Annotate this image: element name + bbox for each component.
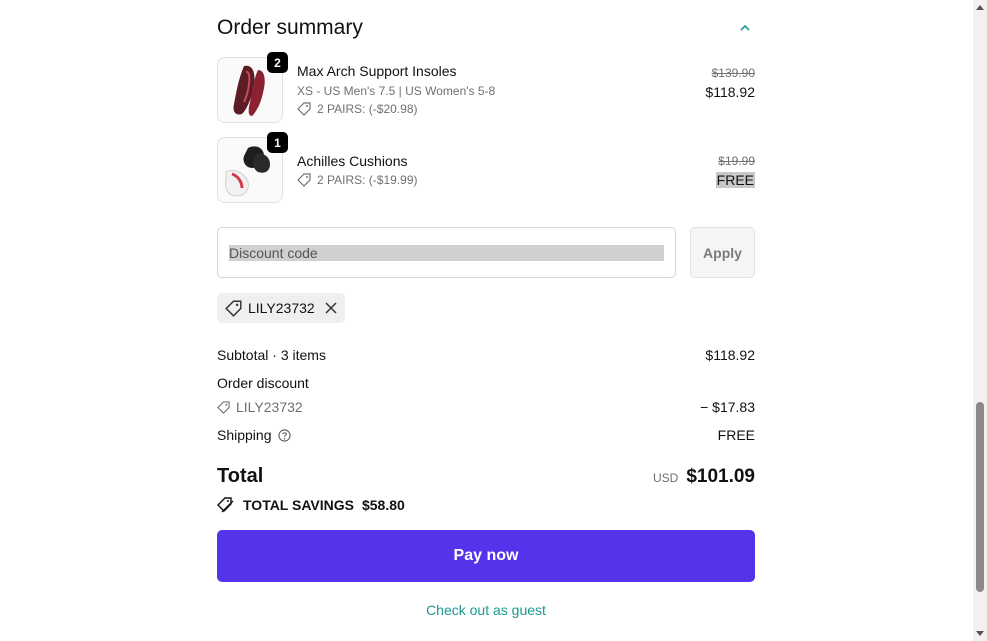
applied-discount-code: LILY23732 [248,300,315,316]
discount-row: Apply [217,227,755,278]
product-image: 1 [217,132,288,203]
item-promo: 2 PAIRS: (-$20.98) [297,102,418,116]
item-original-price: $139.90 [711,66,755,80]
line-item: 1 Achilles Cushions 2 PAIRS: (-$19.99) $… [217,132,755,203]
checkout-as-guest-link[interactable]: Check out as guest [217,602,755,618]
scroll-up-arrow-icon[interactable] [976,4,984,10]
item-price: FREE [715,172,755,188]
tag-icon [217,400,230,414]
order-discount-row: Order discount [217,375,755,391]
quantity-badge: 2 [267,52,288,73]
total-row: Total USD $101.09 [217,465,755,488]
subtotal-row: Subtotal · 3 items $118.92 [217,347,755,363]
total-label: Total [217,465,264,487]
help-icon[interactable] [277,428,291,442]
shipping-label: Shipping [217,427,272,443]
subtotal-value: $118.92 [705,347,755,363]
item-promo-text: 2 PAIRS: (-$19.99) [317,173,418,187]
shipping-value: FREE [717,427,755,443]
item-promo: 2 PAIRS: (-$19.99) [297,173,418,187]
line-item: 2 Max Arch Support Insoles XS - US Men's… [217,52,755,123]
total-amount-group: USD $101.09 [653,466,755,488]
chevron-up-icon [740,24,750,31]
item-original-price: $19.99 [718,154,755,168]
order-discount-value: − $17.83 [700,399,755,415]
shipping-row: Shipping FREE [217,427,755,443]
total-value: $101.09 [686,466,755,487]
item-price: $118.92 [705,84,755,100]
scrollbar-thumb[interactable] [976,402,984,592]
page-scrollbar[interactable] [973,0,987,641]
item-variant: XS - US Men's 7.5 | US Women's 5-8 [297,84,496,98]
total-savings: TOTAL SAVINGS $58.80 [217,497,405,513]
discount-code-input[interactable] [217,227,676,278]
order-summary-title: Order summary [217,16,363,39]
product-image: 2 [217,52,288,123]
shipping-label-group: Shipping [217,427,291,443]
scroll-down-arrow-icon[interactable] [976,631,984,637]
subtotal-label: Subtotal · 3 items [217,347,326,363]
collapse-summary-button[interactable] [735,18,755,38]
apply-discount-button[interactable]: Apply [690,227,755,278]
remove-discount-button[interactable] [325,302,337,314]
order-discount-code-text: LILY23732 [236,399,303,415]
close-icon [325,302,337,314]
applied-discount-chip: LILY23732 [217,293,345,323]
tag-icon [297,102,311,116]
currency-code: USD [652,471,679,485]
tag-icon [225,299,242,317]
pay-now-button[interactable]: Pay now [217,530,755,582]
order-discount-detail-row: LILY23732 − $17.83 [217,399,755,415]
quantity-badge: 1 [267,132,288,153]
item-promo-text: 2 PAIRS: (-$20.98) [317,102,418,116]
order-discount-label: Order discount [217,375,309,391]
order-summary-header: Order summary [217,14,755,42]
order-discount-code: LILY23732 [217,399,303,415]
item-name: Achilles Cushions [297,153,408,169]
savings-value: $58.80 [361,497,405,513]
item-name: Max Arch Support Insoles [297,63,457,79]
savings-label: TOTAL SAVINGS [243,497,354,513]
savings-tag-icon [217,497,234,513]
tag-icon [297,173,311,187]
